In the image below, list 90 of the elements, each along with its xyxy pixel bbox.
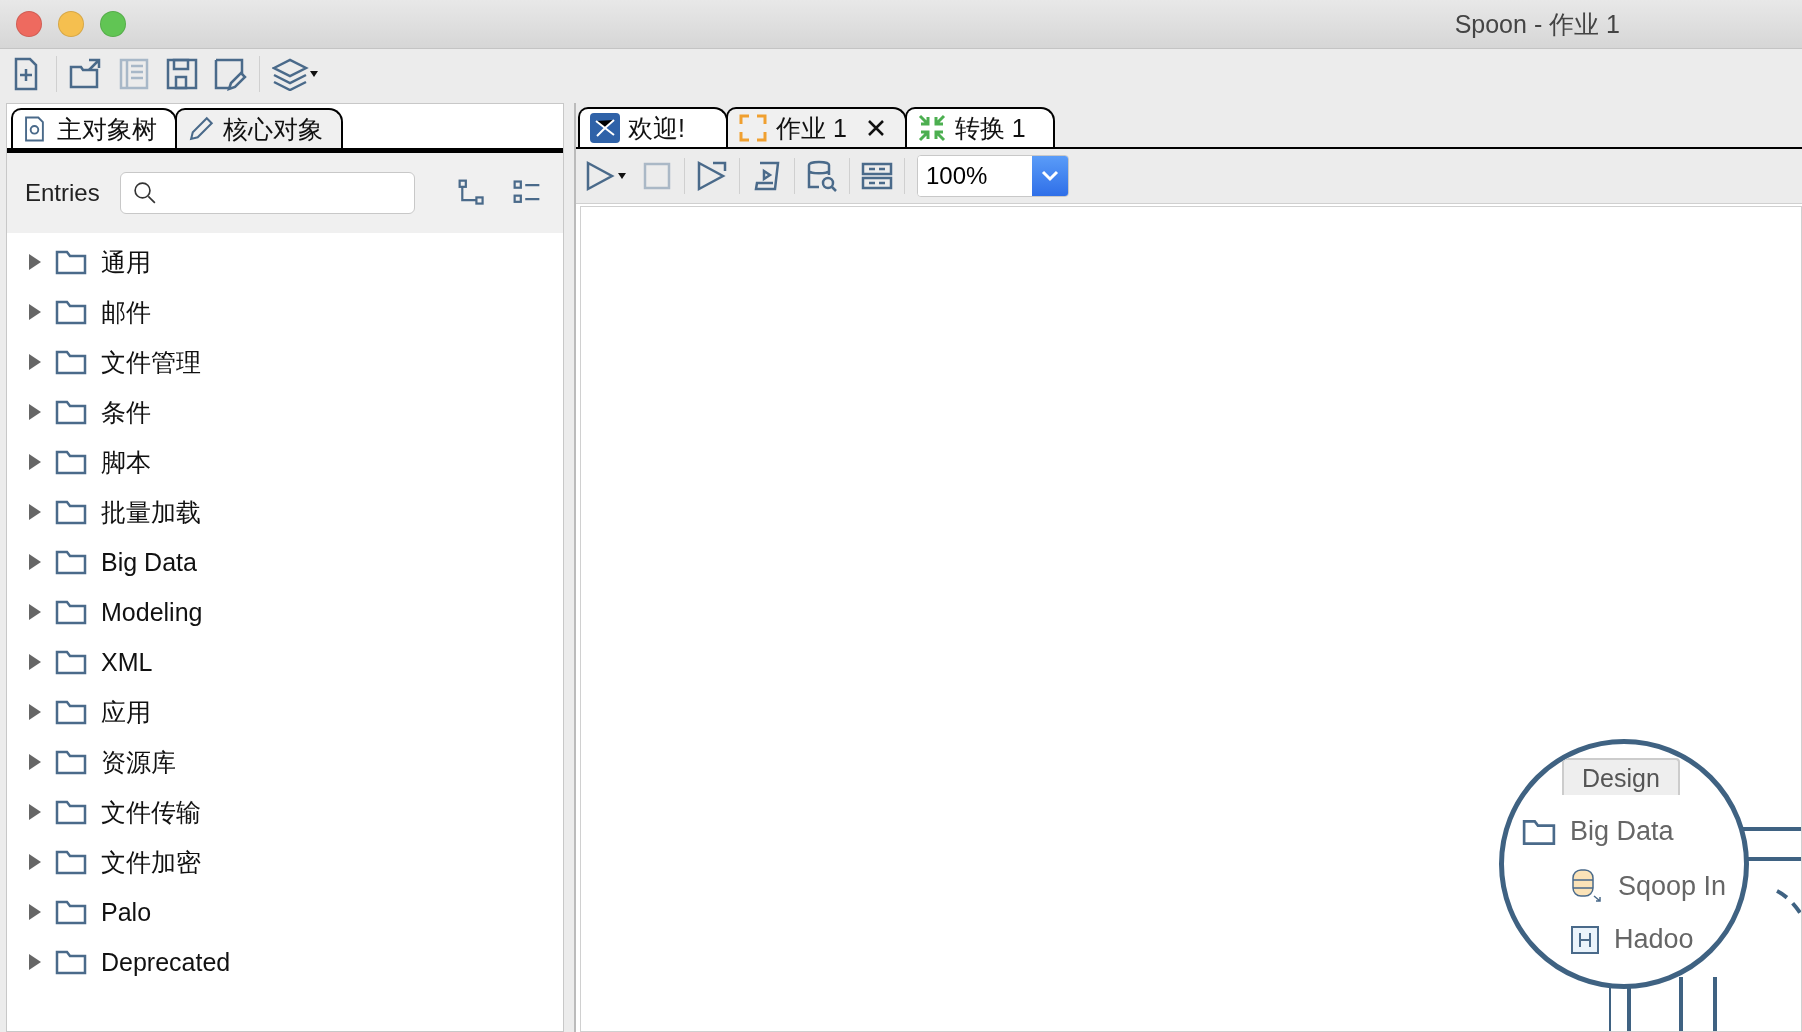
folder-icon (55, 799, 87, 825)
save-edit-icon (213, 57, 247, 91)
tree-item[interactable]: Modeling (7, 587, 563, 637)
folder-icon (55, 699, 87, 725)
tree-item[interactable]: 邮件 (7, 287, 563, 337)
tree-item-label: 脚本 (101, 446, 151, 478)
tree-item-label: 文件加密 (101, 846, 201, 878)
folder-icon (55, 499, 87, 525)
tree-item-label: 应用 (101, 696, 151, 728)
editor-tab[interactable]: 转换 1 (904, 107, 1055, 147)
tree-icon (457, 178, 487, 208)
collapsed-arrow-icon[interactable] (27, 604, 41, 620)
tree-item-label: XML (101, 647, 153, 677)
collapsed-arrow-icon[interactable] (27, 304, 41, 320)
collapsed-arrow-icon[interactable] (27, 554, 41, 570)
tree-item[interactable]: 资源库 (7, 737, 563, 787)
collapsed-arrow-icon[interactable] (27, 854, 41, 870)
panel-tab[interactable]: 主对象树 (11, 108, 177, 148)
collapsed-arrow-icon[interactable] (27, 904, 41, 920)
tree-item[interactable]: 文件管理 (7, 337, 563, 387)
tree-item[interactable]: Palo (7, 887, 563, 937)
folder-icon (55, 399, 87, 425)
collapsed-arrow-icon[interactable] (27, 654, 41, 670)
collapsed-arrow-icon[interactable] (27, 754, 41, 770)
tree-item-label: 条件 (101, 396, 151, 428)
pencil-icon (187, 115, 215, 143)
folder-icon (55, 949, 87, 975)
collapsed-arrow-icon[interactable] (27, 454, 41, 470)
save-icon (165, 57, 199, 91)
tree-item-label: Modeling (101, 597, 203, 627)
folder-icon (55, 649, 87, 675)
expand-arrows-icon (738, 113, 768, 143)
tree-item[interactable]: 文件加密 (7, 837, 563, 887)
hadoop-icon (1570, 924, 1600, 955)
folder-icon (55, 599, 87, 625)
tree-item-label: 通用 (101, 246, 151, 278)
tree-item[interactable]: 应用 (7, 687, 563, 737)
folder-icon (55, 749, 87, 775)
tree-item[interactable]: Big Data (7, 537, 563, 587)
collapsed-arrow-icon[interactable] (27, 804, 41, 820)
collapsed-arrow-icon[interactable] (27, 704, 41, 720)
collapsed-arrow-icon[interactable] (27, 504, 41, 520)
folder-icon (69, 57, 103, 91)
folder-icon (55, 549, 87, 575)
folder-icon (1522, 817, 1556, 846)
filter-label: Entries (25, 179, 100, 207)
design-tab-label: Design (1562, 758, 1680, 795)
database-search-icon (805, 159, 839, 193)
tree-item-label: Big Data (101, 547, 197, 577)
list-icon (117, 57, 151, 91)
collapsed-arrow-icon[interactable] (27, 354, 41, 370)
play-icon (584, 159, 628, 193)
editor-tab[interactable]: 作业 1 (726, 107, 907, 147)
search-field[interactable] (119, 172, 415, 214)
illustration-label: Big Data (1570, 816, 1674, 847)
tree-item[interactable]: XML (7, 637, 563, 687)
tree-item[interactable]: 条件 (7, 387, 563, 437)
tree-item-label: 批量加载 (101, 496, 201, 528)
layers-icon (272, 57, 318, 91)
tree-item-label: 文件传输 (101, 796, 201, 828)
replay-icon (695, 159, 729, 193)
collapse-arrows-icon (916, 113, 947, 143)
zoom-combo[interactable]: 100% (917, 155, 1069, 197)
editor-tab[interactable]: 欢迎! (578, 107, 728, 147)
tree-item[interactable]: 文件传输 (7, 787, 563, 837)
illustration-label: Hadoo (1614, 924, 1694, 955)
collapsed-arrow-icon[interactable] (27, 254, 41, 270)
folder-icon (55, 899, 87, 925)
window-title: Spoon - 作业 1 (1454, 8, 1620, 40)
panel-tab[interactable]: 核心对象 (175, 108, 343, 148)
tree-item[interactable]: 通用 (7, 237, 563, 287)
folder-icon (55, 849, 87, 875)
tree-item-label: Deprecated (101, 947, 231, 977)
folder-icon (55, 349, 87, 375)
collapsed-arrow-icon[interactable] (27, 954, 41, 970)
folder-icon (55, 449, 87, 475)
chevron-down-icon (1041, 170, 1059, 182)
tree-item[interactable]: 脚本 (7, 437, 563, 487)
illustration-label: Sqoop In (1618, 870, 1727, 902)
folder-icon (55, 299, 87, 325)
tree-item-label: 资源库 (101, 746, 176, 778)
tree-item-label: 邮件 (101, 296, 151, 328)
tree-item[interactable]: Deprecated (7, 937, 563, 987)
folder-icon (55, 249, 87, 275)
tree-item-label: 文件管理 (101, 346, 201, 378)
tree-item-label: Palo (101, 897, 152, 927)
database-icon (1570, 868, 1604, 904)
close-button[interactable] (16, 11, 42, 37)
collapsed-arrow-icon[interactable] (27, 404, 41, 420)
tree-item[interactable]: 批量加载 (7, 487, 563, 537)
